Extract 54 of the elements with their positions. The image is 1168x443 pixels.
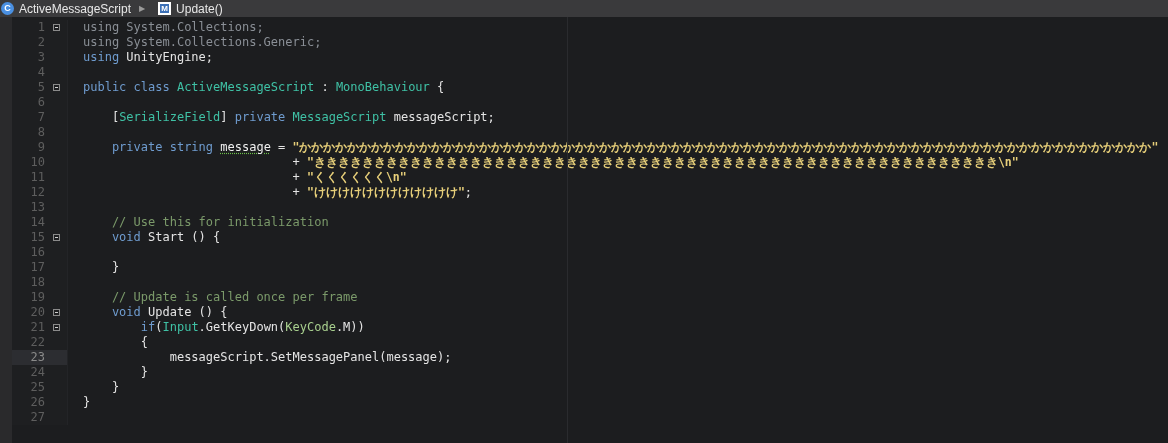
line-number: 22	[29, 335, 45, 350]
line-number: 25	[29, 380, 45, 395]
collapse-icon[interactable]	[52, 24, 60, 31]
code-line: }	[139, 365, 149, 379]
code-line: + "くくくくくく\n"	[291, 170, 407, 184]
code-line: void Start () {	[110, 230, 221, 244]
breadcrumb-separator: ▶	[139, 2, 146, 15]
line-number: 9	[36, 140, 45, 155]
line-number: 6	[36, 95, 45, 110]
line-number: 4	[36, 65, 45, 80]
code-line: }	[110, 380, 120, 394]
line-number: 1	[36, 20, 45, 35]
method-icon: M	[158, 2, 172, 15]
code-line: messageScript.SetMessagePanel(message);	[168, 350, 452, 364]
line-number: 3	[36, 50, 45, 65]
code-line: if(Input.GetKeyDown(KeyCode.M))	[139, 320, 365, 334]
code-line: // Use this for initialization	[110, 215, 329, 229]
line-number: 16	[29, 245, 45, 260]
class-icon: C	[1, 2, 14, 15]
collapse-icon[interactable]	[52, 84, 60, 91]
code-line: + "ききききききききききききききききききききききききききききききききききききききききききききききききききききききききき\n"	[291, 155, 1019, 169]
code-line: [SerializeField] private MessageScript messageScript;	[110, 110, 495, 124]
line-number: 20	[29, 305, 45, 320]
line-number: 10	[29, 155, 45, 170]
code-line: + "けけけけけけけけけけけけ";	[291, 185, 473, 199]
line-number: 27	[29, 410, 45, 425]
line-number: 11	[29, 170, 45, 185]
line-number: 19	[29, 290, 45, 305]
line-number: 8	[36, 125, 45, 140]
code-line: }	[110, 260, 120, 274]
breadcrumb-item[interactable]: Update()	[176, 0, 223, 18]
code-line: void Update () {	[110, 305, 228, 319]
line-number: 5	[36, 80, 45, 95]
line-number: 18	[29, 275, 45, 290]
line-number: 17	[29, 260, 45, 275]
line-number: 2	[36, 35, 45, 50]
collapse-icon[interactable]	[52, 234, 60, 241]
code-line: using System.Collections;	[83, 20, 264, 34]
line-number: 7	[36, 110, 45, 125]
line-number: 13	[29, 200, 45, 215]
code-line: // Update is called once per frame	[110, 290, 358, 304]
code-line: public class ActiveMessageScript : MonoBehaviour {	[83, 80, 445, 94]
line-number: 23	[29, 350, 45, 365]
code-line: using System.Collections.Generic;	[83, 35, 322, 49]
code-line: {	[139, 335, 149, 349]
breadcrumb-item[interactable]: ActiveMessageScript	[19, 0, 132, 18]
line-number: 12	[29, 185, 45, 200]
code-line: }	[83, 395, 91, 409]
code-line: using UnityEngine;	[83, 50, 214, 64]
line-number: 24	[29, 365, 45, 380]
line-number: 14	[29, 215, 45, 230]
line-number: 15	[29, 230, 45, 245]
line-number: 26	[29, 395, 45, 410]
line-number: 21	[29, 320, 45, 335]
